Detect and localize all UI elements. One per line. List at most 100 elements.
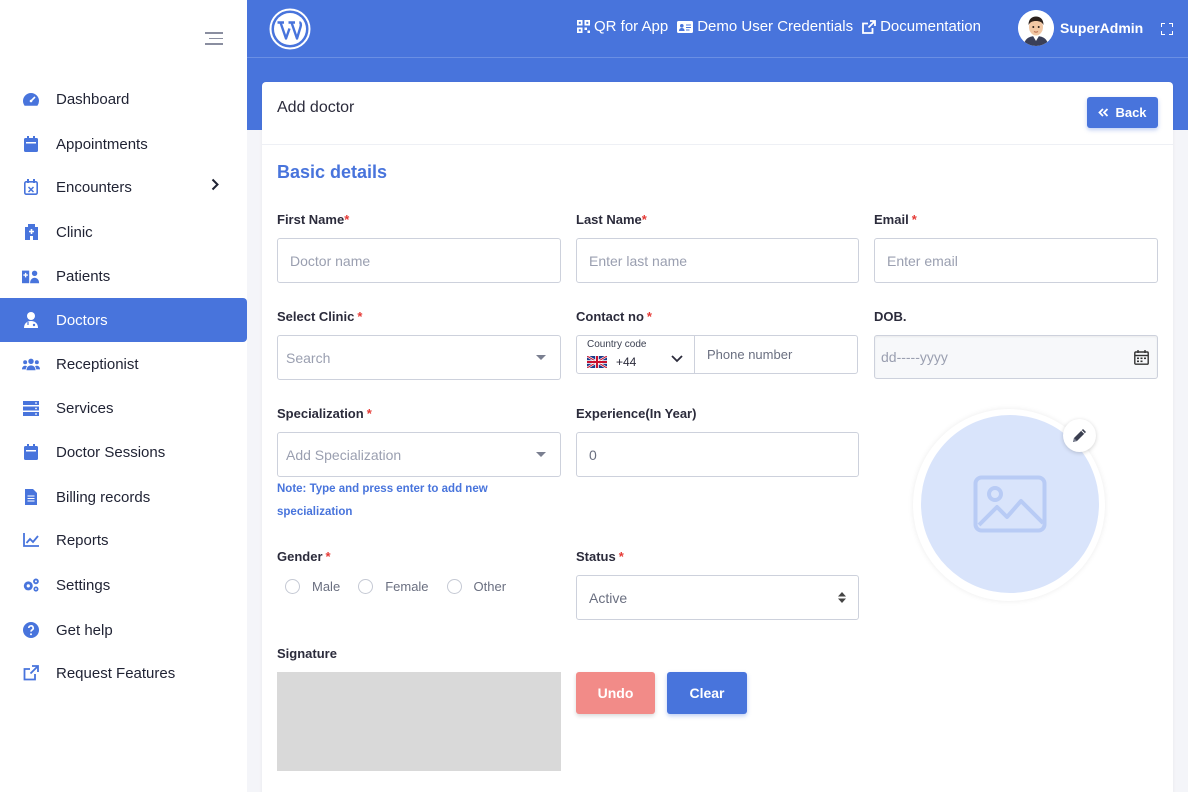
back-button-label: Back bbox=[1115, 105, 1147, 120]
caret-down-icon bbox=[536, 452, 546, 457]
documentation-link[interactable]: Documentation bbox=[862, 18, 981, 35]
email-label: Email * bbox=[874, 212, 917, 227]
gender-radio-female[interactable]: Female bbox=[358, 579, 429, 594]
sidebar-item-label: Get help bbox=[56, 621, 113, 639]
sidebar-item-patients[interactable]: Patients bbox=[0, 254, 247, 298]
select-clinic-dropdown[interactable]: Search bbox=[277, 335, 561, 380]
last-name-input[interactable]: Enter last name bbox=[576, 238, 859, 283]
id-card-icon bbox=[677, 20, 694, 33]
sidebar-item-label: Doctor Sessions bbox=[56, 443, 166, 461]
sidebar-item-label: Clinic bbox=[56, 223, 93, 241]
qr-for-app-link[interactable]: QR for App bbox=[577, 18, 668, 35]
add-doctor-card: Add doctor Back Basic details First Name… bbox=[262, 82, 1173, 792]
qr-for-app-label: QR for App bbox=[594, 18, 669, 35]
sidebar-item-doctors[interactable]: Doctors bbox=[0, 298, 247, 342]
question-circle-icon bbox=[22, 621, 40, 639]
header-divider bbox=[247, 57, 1188, 58]
sidebar-item-services[interactable]: Services bbox=[0, 386, 247, 430]
sidebar-item-billing-records[interactable]: Billing records bbox=[0, 475, 247, 519]
sidebar-item-label: Services bbox=[56, 399, 114, 417]
sidebar-item-label: Doctors bbox=[56, 311, 108, 329]
first-name-input[interactable]: Doctor name bbox=[277, 238, 561, 283]
image-icon bbox=[973, 475, 1047, 533]
gears-icon bbox=[22, 576, 40, 594]
signature-label: Signature bbox=[277, 646, 337, 661]
caret-down-icon bbox=[536, 355, 546, 360]
header-links: QR for App Demo User Credentials Documen… bbox=[577, 18, 990, 35]
dob-label: DOB. bbox=[874, 309, 907, 324]
sidebar-item-clinic[interactable]: Clinic bbox=[0, 210, 247, 254]
experience-input[interactable]: 0 bbox=[576, 432, 859, 477]
undo-button[interactable]: Undo bbox=[576, 672, 655, 714]
file-icon bbox=[22, 488, 40, 506]
wordpress-logo-icon[interactable] bbox=[269, 8, 311, 50]
calendar-icon[interactable] bbox=[1134, 350, 1149, 368]
chart-line-icon bbox=[22, 531, 40, 549]
specialization-label: Specialization * bbox=[277, 406, 372, 421]
qrcode-icon bbox=[577, 20, 590, 33]
doctor-icon bbox=[22, 311, 40, 329]
last-name-label: Last Name* bbox=[576, 212, 647, 227]
uk-flag-icon bbox=[586, 354, 608, 373]
menu-toggle-icon[interactable] bbox=[205, 32, 223, 46]
avatar[interactable] bbox=[1018, 10, 1054, 46]
sidebar-item-label: Patients bbox=[56, 267, 111, 285]
sidebar-item-request-features[interactable]: Request Features bbox=[0, 651, 247, 695]
specialization-dropdown[interactable]: Add Specialization bbox=[277, 432, 561, 477]
clear-button[interactable]: Clear bbox=[667, 672, 747, 714]
email-input[interactable]: Enter email bbox=[874, 238, 1158, 283]
dashboard-gauge-icon bbox=[22, 90, 40, 108]
username-label[interactable]: SuperAdmin bbox=[1060, 20, 1143, 36]
angles-left-icon bbox=[1098, 108, 1109, 117]
phone-number-input[interactable]: Phone number bbox=[707, 347, 792, 362]
signature-pad[interactable] bbox=[277, 672, 561, 771]
sidebar-item-receptionist[interactable]: Receptionist bbox=[0, 342, 247, 386]
sidebar-item-label: Settings bbox=[56, 576, 111, 594]
sidebar-item-doctor-sessions[interactable]: Doctor Sessions bbox=[0, 430, 247, 474]
radio-circle[interactable] bbox=[358, 579, 374, 594]
sidebar-item-label: Reports bbox=[56, 531, 109, 549]
contact-no-field: Country code +44 Phone number bbox=[576, 335, 858, 374]
fullscreen-icon[interactable] bbox=[1160, 22, 1174, 36]
calendar-x-icon bbox=[22, 178, 40, 196]
radio-label: Female bbox=[385, 579, 429, 594]
specialization-note: Note: Type and press enter to add new sp… bbox=[277, 483, 488, 518]
documentation-label: Documentation bbox=[880, 18, 981, 35]
sidebar: Dashboard Appointments Encounters Clinic bbox=[0, 0, 247, 792]
sidebar-item-label: Billing records bbox=[56, 488, 151, 506]
card-header: Add doctor Back bbox=[262, 82, 1173, 145]
radio-circle[interactable] bbox=[285, 579, 300, 594]
country-code-label: Country code bbox=[587, 339, 647, 350]
edit-photo-button[interactable] bbox=[1063, 419, 1096, 452]
sidebar-item-label: Dashboard bbox=[56, 90, 130, 108]
status-label: Status * bbox=[576, 549, 624, 564]
dob-input[interactable]: dd-----yyyy bbox=[874, 335, 1158, 379]
select-clinic-label: Select Clinic * bbox=[277, 309, 363, 324]
status-select[interactable]: Active bbox=[576, 575, 859, 620]
sidebar-item-dashboard[interactable]: Dashboard bbox=[0, 77, 247, 121]
section-title: Basic details bbox=[277, 162, 388, 182]
external-link-icon bbox=[862, 19, 876, 34]
sidebar-item-appointments[interactable]: Appointments bbox=[0, 122, 247, 166]
sidebar-item-settings[interactable]: Settings bbox=[0, 563, 247, 607]
gender-radio-male[interactable]: Male bbox=[285, 579, 340, 594]
contact-no-label: Contact no * bbox=[576, 309, 652, 324]
calendar-icon bbox=[22, 135, 40, 153]
external-link-icon bbox=[22, 664, 40, 682]
back-button[interactable]: Back bbox=[1087, 97, 1158, 128]
hospital-icon bbox=[22, 223, 40, 241]
chevron-down-icon bbox=[671, 350, 683, 368]
sidebar-item-encounters[interactable]: Encounters bbox=[0, 165, 247, 209]
sidebar-item-label: Encounters bbox=[56, 178, 132, 196]
demo-user-credentials-link[interactable]: Demo User Credentials bbox=[677, 18, 853, 35]
sidebar-item-get-help[interactable]: Get help bbox=[0, 608, 247, 652]
radio-circle[interactable] bbox=[446, 579, 462, 594]
sidebar-item-reports[interactable]: Reports bbox=[0, 518, 247, 562]
gender-radio-other[interactable]: Other bbox=[446, 579, 506, 594]
server-icon bbox=[22, 399, 40, 417]
radio-label: Male bbox=[312, 579, 341, 594]
sidebar-item-label: Request Features bbox=[56, 664, 176, 682]
users-icon bbox=[22, 355, 40, 373]
page-title: Add doctor bbox=[277, 99, 355, 116]
country-code-select[interactable]: Country code +44 bbox=[577, 336, 695, 373]
